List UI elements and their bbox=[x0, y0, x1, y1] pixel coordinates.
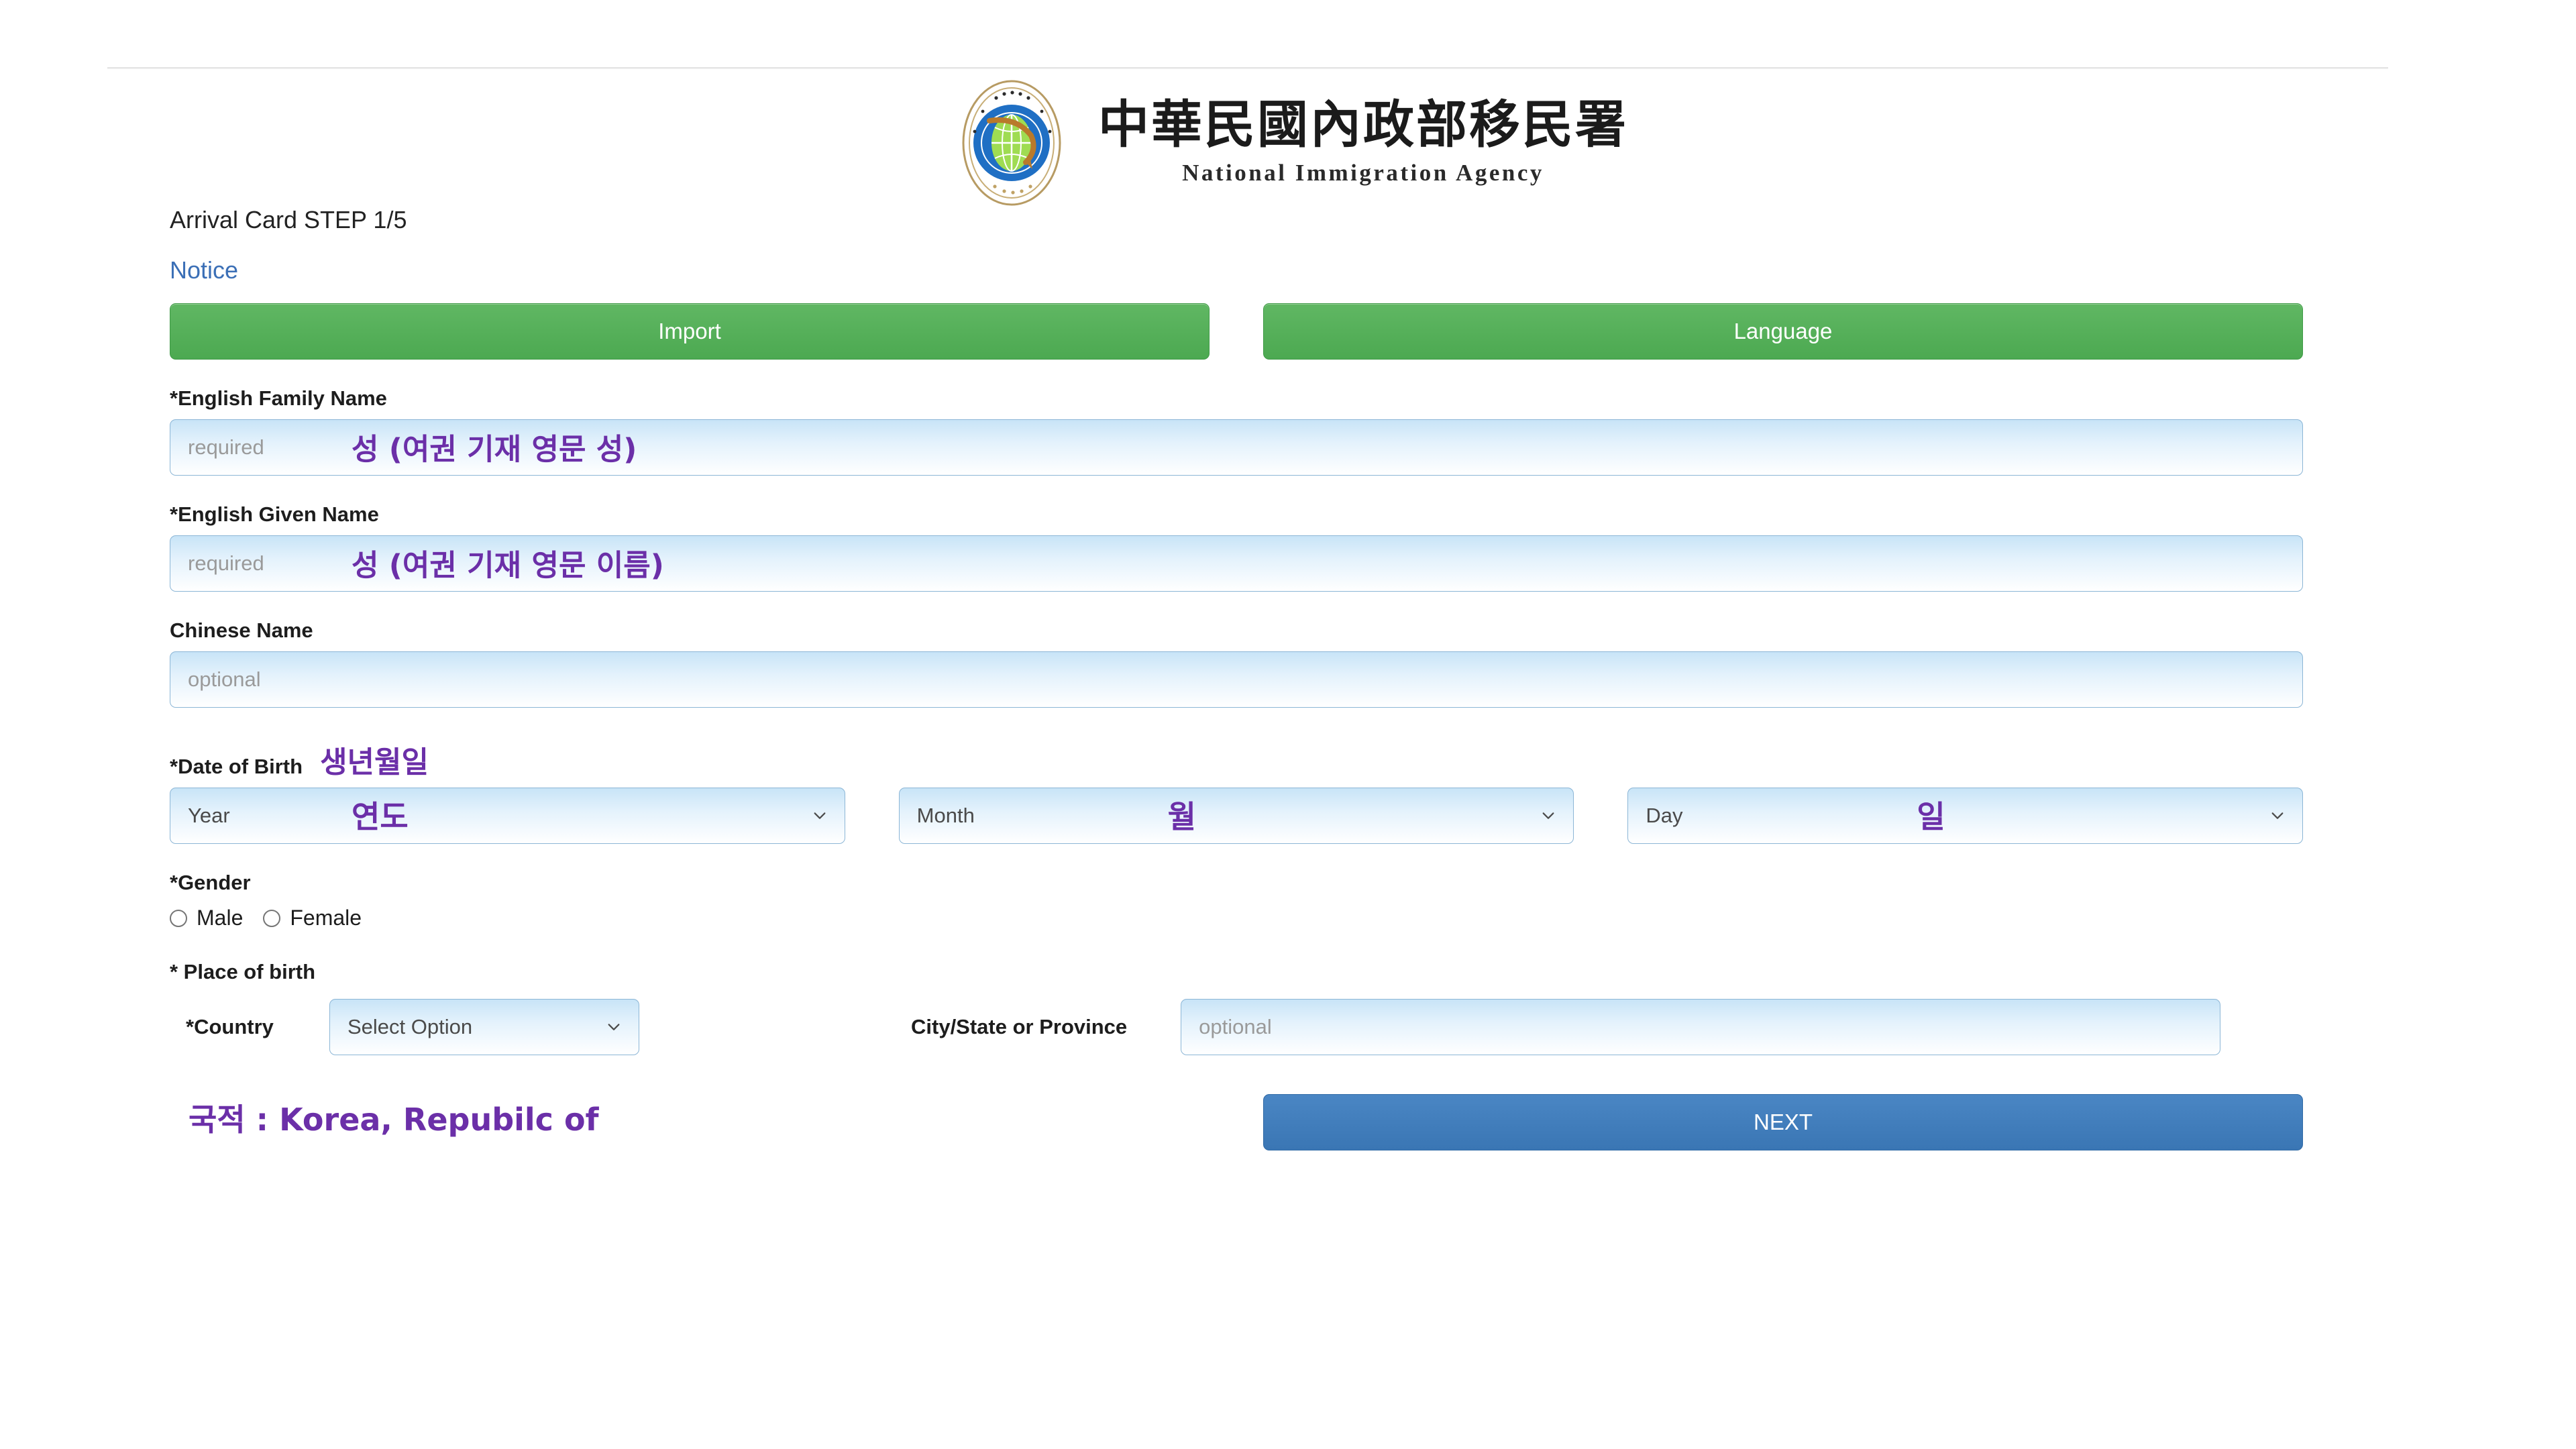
agency-name-english: National Immigration Agency bbox=[1182, 160, 1544, 186]
birth-month-select[interactable]: Month 월 bbox=[898, 788, 1574, 844]
next-button[interactable]: NEXT bbox=[1263, 1094, 2303, 1150]
birth-year-value: Year bbox=[188, 804, 230, 827]
top-action-buttons: Import Language bbox=[170, 303, 2303, 360]
birth-month-annotation: 월 bbox=[1167, 798, 1196, 835]
chinese-name-placeholder: optional bbox=[188, 667, 261, 691]
arrival-card-page: 中華民國內政部移民署 National Immigration Agency A… bbox=[0, 0, 2576, 1449]
city-state-province-label: City/State or Province bbox=[911, 1015, 1128, 1038]
chevron-down-icon bbox=[1541, 808, 1556, 823]
english-family-name-input[interactable]: required 성 (여권 기재 영문 성) bbox=[170, 419, 2303, 476]
chinese-name-label: Chinese Name bbox=[170, 619, 313, 642]
notice-link[interactable]: Notice bbox=[170, 256, 238, 284]
radio-unchecked-icon[interactable] bbox=[170, 909, 187, 927]
date-of-birth-label: *Date of Birth bbox=[170, 755, 303, 778]
header-divider bbox=[107, 67, 2388, 69]
country-label: *Country bbox=[186, 1015, 274, 1038]
date-of-birth-selects: Year 연도 Month 월 Day 일 bbox=[170, 788, 2304, 844]
country-selected-value: Select Option bbox=[347, 1015, 473, 1038]
english-given-name-label: *English Given Name bbox=[170, 502, 379, 526]
date-of-birth-annotation: 생년월일 bbox=[320, 745, 429, 780]
import-button[interactable]: Import bbox=[170, 303, 1210, 360]
english-family-name-placeholder: required bbox=[188, 435, 264, 459]
page-title: Arrival Card STEP 1/5 bbox=[170, 206, 407, 233]
city-state-province-placeholder: optional bbox=[1199, 1015, 1272, 1038]
birth-year-annotation: 연도 bbox=[352, 798, 409, 835]
language-button[interactable]: Language bbox=[1263, 303, 2303, 360]
english-family-name-label: *English Family Name bbox=[170, 386, 387, 410]
gender-option-female[interactable]: Female bbox=[263, 906, 362, 930]
english-given-name-placeholder: required bbox=[188, 551, 264, 575]
gender-option-male[interactable]: Male bbox=[170, 906, 243, 930]
place-of-birth-row: *Country Select Option City/State or Pro… bbox=[170, 999, 2303, 1055]
arrival-card-form: Arrival Card STEP 1/5 Notice Import Lang… bbox=[170, 206, 2304, 1150]
chevron-down-icon bbox=[812, 808, 827, 823]
agency-name-chinese: 中華民國內政部移民署 bbox=[1098, 95, 1628, 154]
chevron-down-icon bbox=[2270, 808, 2285, 823]
date-of-birth-header: *Date of Birth 생년월일 bbox=[170, 736, 2303, 780]
city-state-province-input[interactable]: optional bbox=[1181, 999, 2221, 1055]
english-given-name-annotation: 성 (여권 기재 영문 이름) bbox=[352, 548, 664, 583]
english-family-name-annotation: 성 (여권 기재 영문 성) bbox=[352, 432, 637, 467]
chinese-name-input[interactable]: optional bbox=[170, 651, 2303, 708]
birth-month-value: Month bbox=[916, 804, 975, 827]
agency-title-block: 中華民國內政部移民署 National Immigration Agency bbox=[1098, 99, 1628, 186]
gender-option-male-label: Male bbox=[197, 906, 244, 930]
birth-day-value: Day bbox=[1646, 804, 1683, 827]
radio-unchecked-icon[interactable] bbox=[263, 909, 281, 927]
page-header: 中華民國內政部移民署 National Immigration Agency bbox=[0, 79, 2576, 207]
birth-day-annotation: 일 bbox=[1917, 798, 1945, 835]
birth-day-select[interactable]: Day 일 bbox=[1627, 788, 2304, 844]
next-button-row: NEXT bbox=[170, 1094, 2303, 1150]
english-given-name-input[interactable]: required 성 (여권 기재 영문 이름) bbox=[170, 535, 2303, 592]
birth-year-select[interactable]: Year 연도 bbox=[170, 788, 845, 844]
chevron-down-icon bbox=[606, 1020, 621, 1034]
national-immigration-agency-seal-icon bbox=[948, 79, 1075, 207]
gender-radio-group: Male Female bbox=[170, 906, 2303, 930]
gender-label: *Gender bbox=[170, 871, 251, 894]
gender-option-female-label: Female bbox=[290, 906, 362, 930]
country-select[interactable]: Select Option bbox=[329, 999, 639, 1055]
place-of-birth-label: * Place of birth bbox=[170, 960, 316, 983]
